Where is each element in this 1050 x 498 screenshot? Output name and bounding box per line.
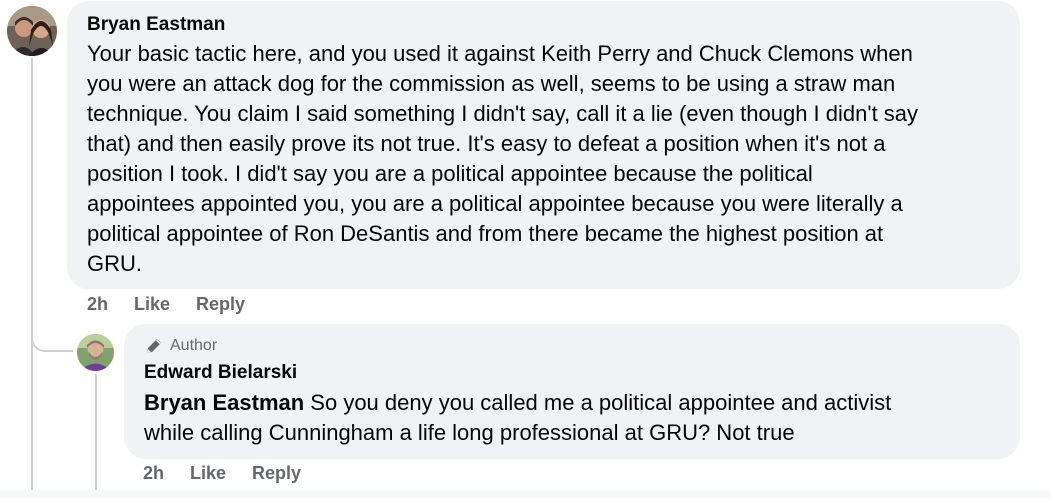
bottom-divider [0, 490, 1050, 498]
reply-avatar-photo [77, 334, 114, 371]
pencil-icon [147, 339, 161, 353]
reply-thread-line [95, 374, 97, 498]
reply-actions: 2h Like Reply [143, 463, 327, 484]
reply-avatar[interactable] [77, 334, 114, 371]
reply-text-block: Bryan Eastman So you deny you called me … [144, 388, 1000, 448]
comment-actions: 2h Like Reply [87, 294, 271, 315]
avatar[interactable] [7, 6, 57, 56]
reply-author-name[interactable]: Edward Bielarski [144, 361, 1000, 385]
reply-reply-button[interactable]: Reply [252, 463, 301, 484]
comment-author-name[interactable]: Bryan Eastman [87, 13, 1000, 37]
comment-text: Your basic tactic here, and you used it … [87, 41, 919, 276]
reply-like-button[interactable]: Like [190, 463, 226, 484]
comment-like-button[interactable]: Like [134, 294, 170, 315]
reply-mention-link[interactable]: Bryan Eastman [144, 390, 304, 415]
reply-connector [31, 318, 73, 352]
reply-timestamp[interactable]: 2h [143, 463, 164, 484]
comment-reply-button[interactable]: Reply [196, 294, 245, 315]
comment-timestamp[interactable]: 2h [87, 294, 108, 315]
author-badge: Author [144, 336, 1000, 356]
reply-bubble: Author Edward Bielarski Bryan Eastman So… [124, 324, 1020, 459]
author-badge-label: Author [170, 337, 218, 354]
avatar-photo [7, 6, 57, 56]
comment-bubble: Bryan Eastman Your basic tactic here, an… [67, 1, 1020, 289]
thread-line [31, 58, 33, 498]
